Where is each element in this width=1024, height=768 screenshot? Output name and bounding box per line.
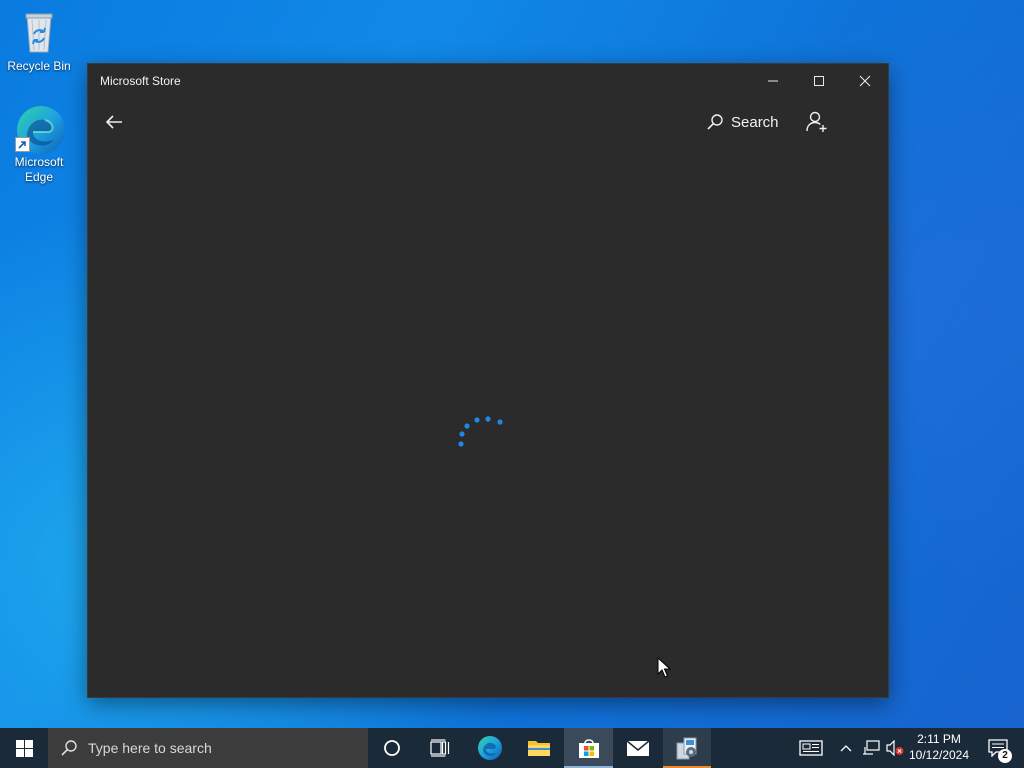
minimize-button[interactable] <box>750 64 796 98</box>
task-view-icon <box>430 739 450 757</box>
show-hidden-icons-button[interactable] <box>836 728 856 768</box>
clock-time: 2:11 PM <box>917 732 961 746</box>
network-tray-button[interactable] <box>860 728 882 768</box>
window-title: Microsoft Store <box>100 74 181 88</box>
clock-date: 10/12/2024 <box>908 748 970 762</box>
taskbar-search-placeholder: Type here to search <box>88 740 212 756</box>
mouse-cursor-icon <box>657 657 671 678</box>
folder-icon <box>528 741 550 756</box>
taskbar-mail-button[interactable] <box>614 728 662 768</box>
taskbar-search-box[interactable]: Type here to search <box>48 728 368 768</box>
news-widget-button[interactable] <box>794 728 828 768</box>
recycle-bin-icon <box>15 8 63 56</box>
microsoft-store-window: Microsoft Store Search <box>88 64 888 697</box>
store-bag-icon <box>578 739 599 758</box>
desktop-icon-edge[interactable]: Microsoft Edge <box>2 104 76 185</box>
taskbar-edge-button[interactable] <box>466 728 514 768</box>
chevron-up-icon <box>840 745 852 752</box>
close-button[interactable] <box>842 64 888 98</box>
store-app-bar: Search <box>88 98 888 146</box>
search-button-label: Search <box>731 113 779 131</box>
desktop-icon-recycle-bin[interactable]: Recycle Bin <box>2 8 76 74</box>
desktop: Recycle Bin Microsoft Edge Microsoft Sto… <box>0 0 1024 728</box>
taskbar-task-view-button[interactable] <box>416 728 464 768</box>
desktop-icon-label: Microsoft Edge <box>14 155 64 184</box>
windows-logo-icon <box>15 739 33 757</box>
taskbar-file-explorer-button[interactable] <box>515 728 563 768</box>
maximize-icon <box>814 76 824 86</box>
taskbar-store-button[interactable] <box>564 728 613 768</box>
taskbar-installer-button[interactable] <box>663 728 711 768</box>
network-icon <box>863 740 880 755</box>
store-content-area <box>88 146 888 697</box>
volume-muted-icon <box>886 740 904 756</box>
edge-icon <box>15 104 65 154</box>
taskbar: Type here to search 2:11 PM 10/12/2024 2 <box>0 728 1024 768</box>
desktop-icon-label: Recycle Bin <box>7 59 71 73</box>
news-icon <box>799 740 823 756</box>
clock[interactable]: 2:11 PM 10/12/2024 <box>906 731 972 763</box>
cortana-circle-icon <box>384 740 400 756</box>
search-icon <box>61 740 77 756</box>
back-arrow-icon <box>105 115 122 129</box>
window-titlebar[interactable]: Microsoft Store <box>88 64 888 98</box>
edge-icon <box>478 736 502 760</box>
mail-icon <box>626 740 650 756</box>
notification-count-badge: 2 <box>998 749 1012 763</box>
account-button[interactable] <box>800 106 834 138</box>
minimize-icon <box>768 80 778 82</box>
installer-icon <box>676 737 697 760</box>
taskbar-cortana-button[interactable] <box>368 728 416 768</box>
volume-tray-button[interactable] <box>884 728 906 768</box>
close-icon <box>859 75 871 87</box>
start-button[interactable] <box>0 728 48 768</box>
search-button[interactable]: Search <box>706 106 779 138</box>
back-button[interactable] <box>98 106 130 138</box>
maximize-button[interactable] <box>796 64 842 98</box>
search-icon <box>707 114 723 130</box>
add-account-icon <box>806 111 827 132</box>
action-center-button[interactable]: 2 <box>978 728 1018 768</box>
loading-spinner-icon <box>458 416 503 447</box>
